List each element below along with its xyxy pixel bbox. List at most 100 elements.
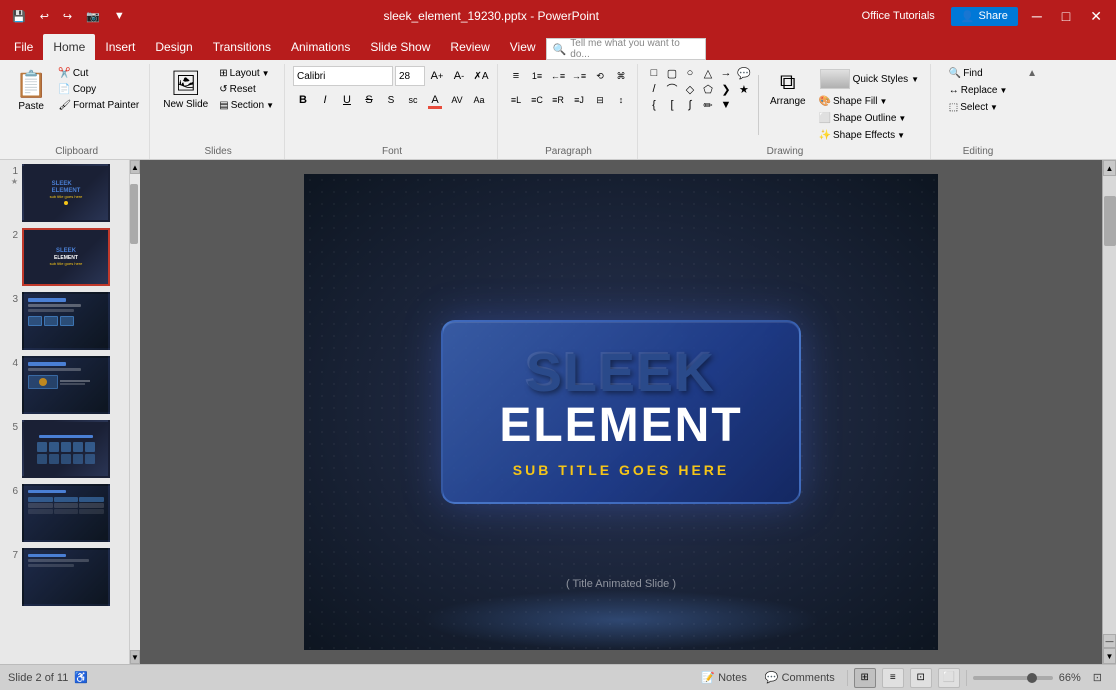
ribbon-collapse[interactable]: ▲ (1025, 64, 1039, 159)
office-tutorials-btn[interactable]: Office Tutorials (854, 8, 943, 24)
slide-thumb-7[interactable]: 7 (4, 548, 125, 606)
align-right-btn[interactable]: ≡R (548, 90, 568, 110)
line-spacing-btn[interactable]: ↕ (611, 90, 631, 110)
view-presenter-btn[interactable]: ⬜ (938, 668, 960, 688)
align-left-btn[interactable]: ≡L (506, 90, 526, 110)
comments-btn[interactable]: 💬 Comments (759, 669, 841, 686)
tab-view[interactable]: View (500, 34, 546, 60)
replace-btn[interactable]: ↔ Replace ▼ (945, 83, 1012, 98)
numbering-btn[interactable]: 1≡ (527, 66, 547, 86)
shape-star[interactable]: ★ (736, 82, 752, 96)
tab-transitions[interactable]: Transitions (203, 34, 281, 60)
tab-insert[interactable]: Insert (95, 34, 145, 60)
align-center-btn[interactable]: ≡C (527, 90, 547, 110)
small-caps-btn[interactable]: sc (403, 90, 423, 110)
notes-btn[interactable]: 📝 Notes (695, 669, 752, 686)
shape-diamond[interactable]: ◇ (682, 82, 698, 96)
shape-arrow-right[interactable]: → (718, 66, 734, 80)
convert-to-smartart-btn[interactable]: ⌘ (611, 66, 631, 86)
canvas-scroll-up[interactable]: ▲ (1103, 160, 1116, 176)
shape-effects-btn[interactable]: ✨ Shape Effects ▼ (815, 128, 925, 143)
quick-styles-btn[interactable]: Quick Styles ▼ (815, 66, 925, 92)
slides-scrollbar[interactable]: ▲ ▼ (130, 160, 140, 664)
section-btn[interactable]: ▤ Section ▼ (215, 98, 278, 113)
canvas-scrollbar[interactable]: ▲ — ▼ (1102, 160, 1116, 664)
shape-fill-btn[interactable]: 🎨 Shape Fill ▼ (815, 94, 925, 109)
share-btn[interactable]: 👤 Share (951, 7, 1018, 26)
customize-quick-access[interactable]: ▼ (110, 8, 129, 24)
change-case-btn[interactable]: Aa (469, 90, 489, 110)
shape-rounded-rect[interactable]: ▢ (664, 66, 680, 80)
collapse-ribbon-btn[interactable]: ▲ (1027, 68, 1037, 79)
increase-indent-btn[interactable]: →≡ (569, 66, 589, 86)
font-color-btn[interactable]: A (425, 90, 445, 110)
text-direction-btn[interactable]: ⟲ (590, 66, 610, 86)
slide-thumb-3[interactable]: 3 (4, 292, 125, 350)
slide-thumb-4[interactable]: 4 (4, 356, 125, 414)
layout-btn[interactable]: ⊞ Layout ▼ (215, 66, 278, 81)
minimize-btn[interactable]: ─ (1026, 6, 1048, 26)
scroll-up-btn[interactable]: ▲ (130, 160, 140, 174)
canvas-scroll-thumb[interactable] (1104, 196, 1116, 246)
slide-thumb-5[interactable]: 5 (4, 420, 125, 478)
copy-btn[interactable]: 📄 Copy (54, 82, 143, 97)
shape-rect[interactable]: □ (646, 66, 662, 80)
shape-freeform[interactable]: ✏ (700, 98, 716, 112)
fit-slide-btn[interactable]: ⊡ (1087, 669, 1108, 686)
slide-thumb-2[interactable]: 2 SLEEK ELEMENT sub title goes here (4, 228, 125, 286)
close-btn[interactable]: ✕ (1084, 6, 1108, 27)
slide-thumb-6[interactable]: 6 (4, 484, 125, 542)
save-button[interactable]: 💾 (8, 8, 30, 25)
decrease-indent-btn[interactable]: ←≡ (548, 66, 568, 86)
scroll-thumb[interactable] (130, 184, 138, 244)
italic-btn[interactable]: I (315, 90, 335, 110)
select-btn[interactable]: ⬚ Select ▼ (945, 100, 1002, 115)
font-name-box[interactable]: Calibri (293, 66, 393, 86)
zoom-thumb[interactable] (1027, 673, 1037, 683)
slide-img-6[interactable] (22, 484, 110, 542)
shape-oval[interactable]: ○ (682, 66, 698, 80)
slide-img-1[interactable]: SLEEKELEMENT sub title goes here (22, 164, 110, 222)
columns-btn[interactable]: ⊟ (590, 90, 610, 110)
slide-canvas[interactable]: SLEEK ELEMENT SUB TITLE GOES HERE ( Titl… (304, 174, 938, 650)
shape-line[interactable]: / (646, 82, 662, 96)
undo-button[interactable]: ↩ (36, 8, 53, 25)
slide-img-7[interactable] (22, 548, 110, 606)
format-painter-btn[interactable]: 🖌 Format Painter (54, 98, 143, 113)
tell-me-input[interactable]: 🔍 Tell me what you want to do... (546, 38, 706, 60)
slide-img-5[interactable] (22, 420, 110, 478)
find-btn[interactable]: 🔍 Find (945, 66, 987, 81)
cut-btn[interactable]: ✂️ Cut (54, 66, 143, 81)
paste-btn[interactable]: 📋 Paste (10, 66, 52, 115)
increase-font-btn[interactable]: A+ (427, 66, 447, 86)
restore-btn[interactable]: □ (1056, 6, 1076, 26)
bullets-btn[interactable]: ≡ (506, 66, 526, 86)
justify-btn[interactable]: ≡J (569, 90, 589, 110)
tab-file[interactable]: File (4, 34, 43, 60)
scroll-down-btn[interactable]: ▼ (130, 650, 140, 664)
slide-img-3[interactable] (22, 292, 110, 350)
tab-slideshow[interactable]: Slide Show (360, 34, 440, 60)
shape-outline-btn[interactable]: ⬜ Shape Outline ▼ (815, 111, 925, 126)
bold-btn[interactable]: B (293, 90, 313, 110)
font-size-box[interactable]: 28 (395, 66, 425, 86)
shape-curve[interactable]: ∫ (682, 98, 698, 112)
view-outline-btn[interactable]: ≡ (882, 668, 904, 688)
text-spacing-btn[interactable]: AV (447, 90, 467, 110)
reset-btn[interactable]: ↺ Reset (215, 82, 278, 97)
clear-format-btn[interactable]: ✗A (471, 66, 491, 86)
slide-thumb-1[interactable]: 1 ★ SLEEKELEMENT sub title goes here (4, 164, 125, 222)
shape-arc[interactable]: ⌒ (664, 82, 680, 96)
tab-animations[interactable]: Animations (281, 34, 360, 60)
tab-home[interactable]: Home (43, 34, 95, 60)
view-grid-btn[interactable]: ⊡ (910, 668, 932, 688)
decrease-font-btn[interactable]: A- (449, 66, 469, 86)
underline-btn[interactable]: U (337, 90, 357, 110)
zoom-slider[interactable] (973, 676, 1053, 680)
shape-callout[interactable]: 💬 (736, 66, 752, 80)
strikethrough-btn[interactable]: S (359, 90, 379, 110)
screenshot-button[interactable]: 📷 (82, 8, 104, 25)
view-normal-btn[interactable]: ⊞ (854, 668, 876, 688)
shape-brace[interactable]: { (646, 98, 662, 112)
canvas-scroll-down[interactable]: ▼ (1103, 648, 1116, 664)
